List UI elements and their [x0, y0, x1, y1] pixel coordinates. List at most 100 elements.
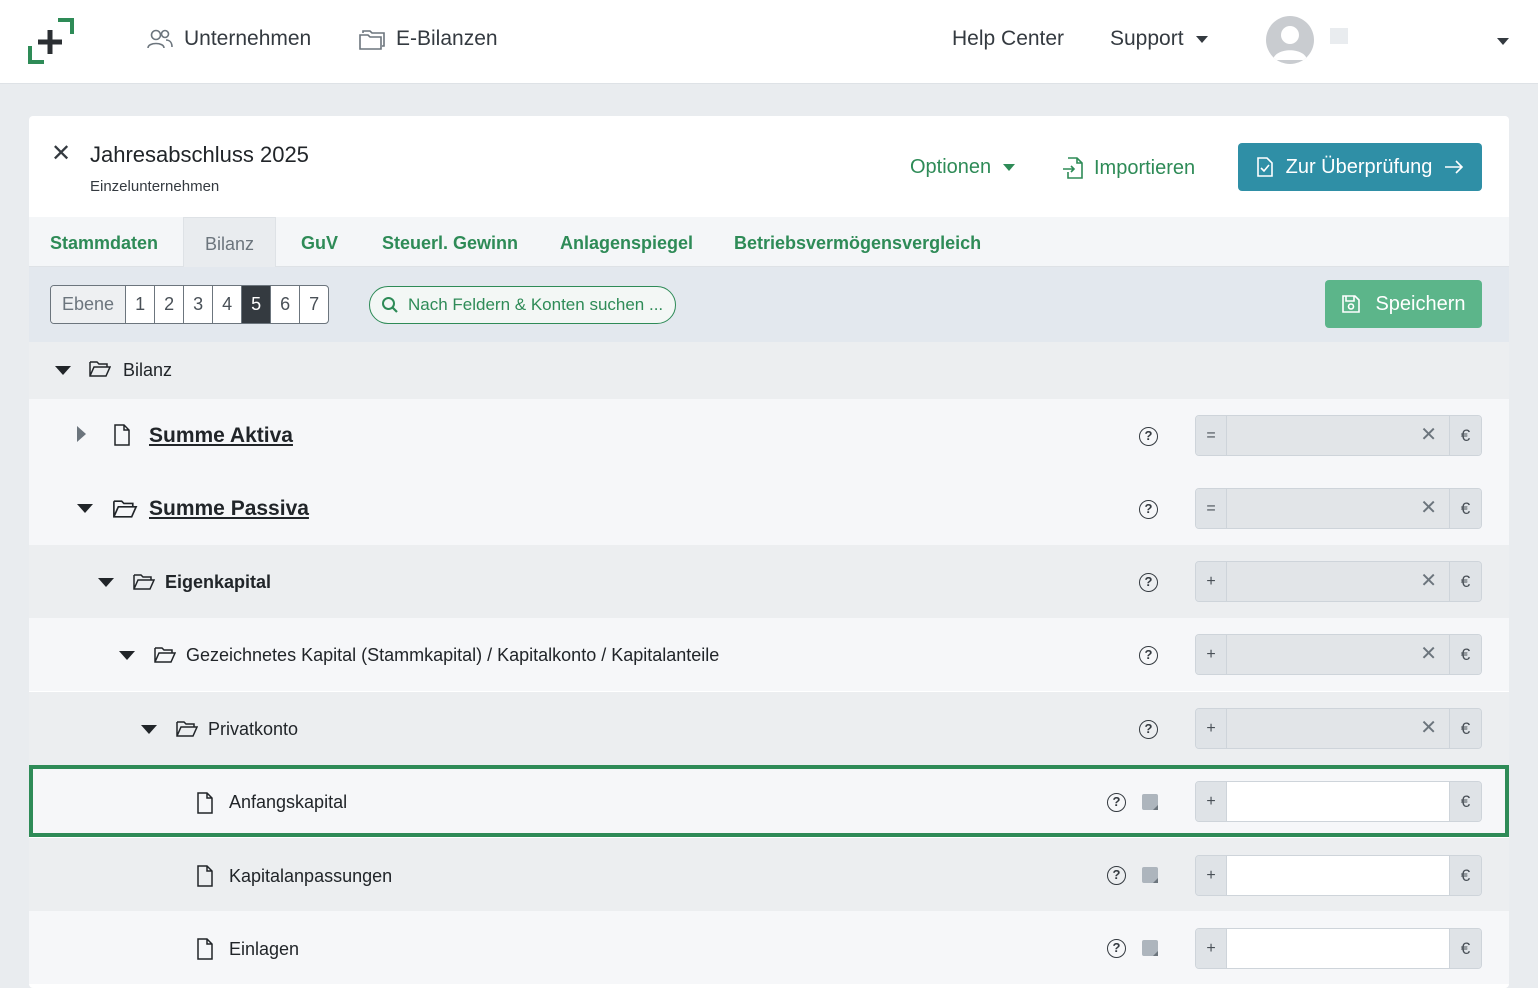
- level-4-button[interactable]: 4: [212, 286, 241, 323]
- clear-icon[interactable]: ✕: [1420, 571, 1437, 591]
- close-icon[interactable]: ✕: [51, 142, 71, 166]
- amount-input[interactable]: [1227, 782, 1449, 821]
- collapse-caret-icon[interactable]: [55, 366, 71, 375]
- tree-row-label: Privatkonto: [208, 719, 299, 739]
- folder-open-icon: [113, 500, 138, 518]
- tree-row-label[interactable]: Summe Passiva: [149, 497, 309, 521]
- amount-input[interactable]: [1227, 929, 1449, 968]
- level-7-button[interactable]: 7: [299, 286, 328, 323]
- user-menu-chevron-icon[interactable]: [1497, 38, 1509, 45]
- amount-input[interactable]: [1227, 856, 1449, 895]
- nav-help-center-label: Help Center: [952, 27, 1065, 50]
- amount-input: ✕: [1227, 416, 1449, 455]
- nav-support-label: Support: [1110, 27, 1184, 50]
- help-icon[interactable]: ?: [1139, 427, 1158, 446]
- search-input[interactable]: Nach Feldern & Konten suchen ...: [369, 286, 676, 324]
- currency-badge: €: [1449, 635, 1481, 674]
- review-button[interactable]: Zur Überprüfung: [1238, 143, 1482, 191]
- amount-input: ✕: [1227, 562, 1449, 601]
- file-check-icon: [1256, 157, 1273, 177]
- page-subtitle: Einzelunternehmen: [90, 178, 220, 195]
- help-icon[interactable]: ?: [1139, 500, 1158, 519]
- nav-ebilanzen[interactable]: E-Bilanzen: [358, 27, 498, 51]
- import-label: Importieren: [1094, 156, 1196, 179]
- amount-field: + ✕ €: [1195, 708, 1482, 749]
- tab-guv[interactable]: GuV: [280, 217, 359, 267]
- tree-row: Gezeichnetes Kapital (Stammkapital) / Ka…: [29, 618, 1509, 691]
- top-navbar: Unternehmen E-Bilanzen Help Center Suppo…: [0, 0, 1538, 84]
- tab-anlagenspiegel[interactable]: Anlagenspiegel: [539, 217, 714, 267]
- tree-row: Einlagen ? + €: [29, 911, 1509, 984]
- tree-row-label[interactable]: Summe Aktiva: [149, 424, 293, 448]
- file-icon: [197, 865, 213, 887]
- level-1-button[interactable]: 1: [125, 286, 154, 323]
- level-3-button[interactable]: 3: [183, 286, 212, 323]
- nav-help-center[interactable]: Help Center: [952, 27, 1064, 51]
- tree-row: Summe Passiva ? = ✕ €: [29, 472, 1509, 545]
- amount-field: + €: [1195, 855, 1482, 896]
- help-icon[interactable]: ?: [1139, 720, 1158, 739]
- clear-icon[interactable]: ✕: [1420, 498, 1437, 518]
- save-label: Speichern: [1375, 292, 1466, 315]
- level-5-button[interactable]: 5: [241, 286, 271, 323]
- import-button[interactable]: Importieren: [1062, 156, 1195, 180]
- currency-badge: €: [1449, 709, 1481, 748]
- operator-badge: +: [1196, 635, 1227, 674]
- folder-open-icon: [133, 574, 155, 590]
- save-button[interactable]: Speichern: [1325, 280, 1482, 328]
- currency-badge: €: [1449, 856, 1481, 895]
- user-name-placeholder: [1330, 28, 1348, 44]
- collapse-caret-icon[interactable]: [119, 651, 135, 660]
- report-card: ✕ Jahresabschluss 2025 Einzelunternehmen…: [29, 116, 1509, 988]
- clear-icon[interactable]: ✕: [1420, 425, 1437, 445]
- tab-steuerl-gewinn[interactable]: Steuerl. Gewinn: [361, 217, 539, 267]
- help-icon[interactable]: ?: [1139, 646, 1158, 665]
- folder-open-icon: [89, 361, 111, 377]
- nav-companies-label: Unternehmen: [184, 27, 312, 50]
- operator-badge: +: [1196, 562, 1227, 601]
- tree-row-label: Anfangskapital: [229, 792, 348, 812]
- level-2-button[interactable]: 2: [154, 286, 183, 323]
- tree-row-label: Einlagen: [229, 939, 300, 959]
- help-icon[interactable]: ?: [1107, 793, 1126, 812]
- nav-ebilanzen-label: E-Bilanzen: [396, 27, 498, 50]
- page-title: Jahresabschluss 2025: [90, 142, 309, 167]
- clear-icon[interactable]: ✕: [1420, 718, 1437, 738]
- save-icon: [1342, 295, 1361, 313]
- arrow-right-icon: [1445, 160, 1464, 174]
- level-selector: Ebene 1 2 3 4 5 6 7: [50, 285, 330, 324]
- options-dropdown[interactable]: Optionen: [910, 156, 1016, 179]
- clear-icon[interactable]: ✕: [1420, 644, 1437, 664]
- file-icon: [114, 424, 130, 446]
- note-icon[interactable]: [1142, 940, 1158, 956]
- expand-caret-icon[interactable]: [77, 426, 86, 442]
- tab-bilanz[interactable]: Bilanz: [183, 217, 277, 267]
- collapse-caret-icon[interactable]: [98, 578, 114, 587]
- amount-field: + ✕ €: [1195, 634, 1482, 675]
- collapse-caret-icon[interactable]: [77, 504, 93, 513]
- user-avatar-icon: [1273, 26, 1307, 60]
- level-6-button[interactable]: 6: [270, 286, 299, 323]
- logo-icon[interactable]: [28, 18, 74, 64]
- note-icon[interactable]: [1142, 867, 1158, 883]
- help-icon[interactable]: ?: [1107, 939, 1126, 958]
- tree-row: Summe Aktiva ? = ✕ €: [29, 399, 1509, 472]
- currency-badge: €: [1449, 489, 1481, 528]
- avatar[interactable]: [1266, 16, 1314, 64]
- note-icon[interactable]: [1142, 794, 1158, 810]
- operator-badge: =: [1196, 489, 1227, 528]
- help-icon[interactable]: ?: [1139, 573, 1158, 592]
- file-import-icon: [1063, 157, 1083, 179]
- nav-companies[interactable]: Unternehmen: [146, 27, 311, 51]
- collapse-caret-icon[interactable]: [141, 725, 157, 734]
- tab-stammdaten[interactable]: Stammdaten: [29, 217, 179, 267]
- nav-support-dropdown[interactable]: Support: [1110, 27, 1208, 51]
- amount-field: = ✕ €: [1195, 488, 1482, 529]
- operator-badge: +: [1196, 782, 1227, 821]
- amount-field: = ✕ €: [1195, 415, 1482, 456]
- amount-input: ✕: [1227, 489, 1449, 528]
- options-label: Optionen: [910, 156, 992, 178]
- help-icon[interactable]: ?: [1107, 866, 1126, 885]
- tab-betriebsvermoegensvergleich[interactable]: Betriebsvermögensvergleich: [713, 217, 1002, 267]
- currency-badge: €: [1449, 929, 1481, 968]
